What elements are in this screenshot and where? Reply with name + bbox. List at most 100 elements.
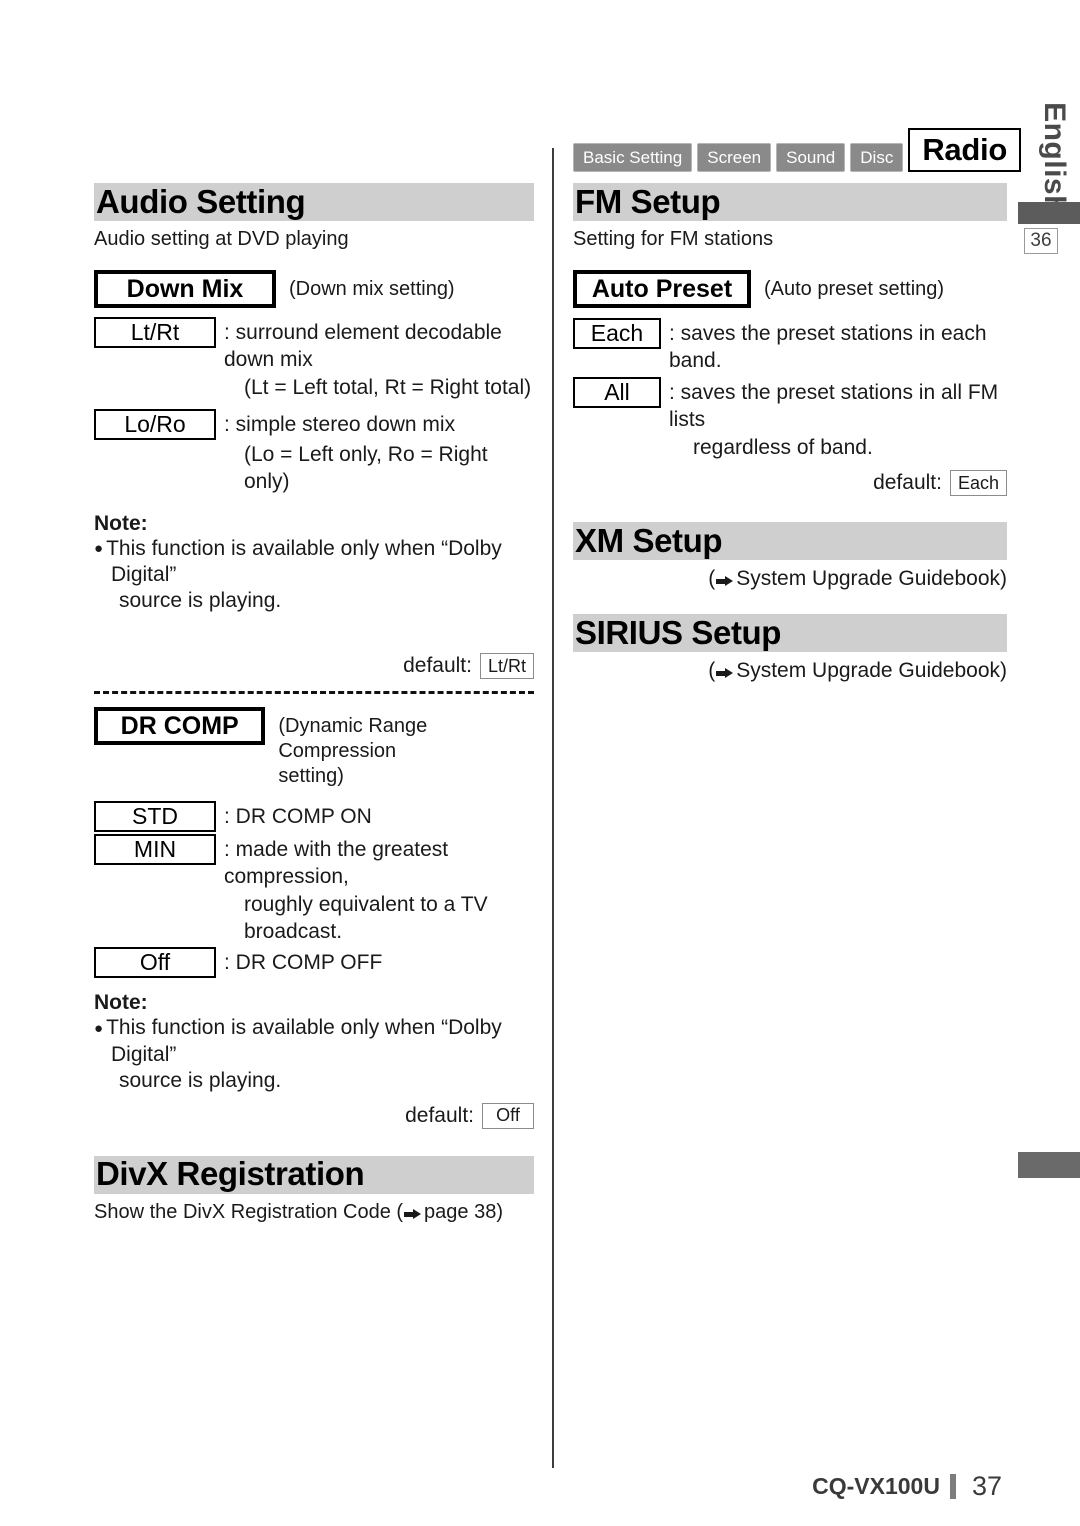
tab-basic-setting[interactable]: Basic Setting [573,143,693,172]
left-column: Audio Setting Audio setting at DVD playi… [94,183,534,1226]
right-arrow-icon [716,668,734,678]
chapter-ref-box: 36 [1024,228,1058,254]
note-text-cont: source is playing. [119,589,282,613]
down-mix-default-row: default: Lt/Rt [94,653,534,680]
fm-setup-subtitle: Setting for FM stations [573,228,774,250]
auto-preset-option-value[interactable]: All [573,377,661,408]
dr-comp-option-sub: roughly equivalent to a TV broadcast. [244,893,488,944]
auto-preset-option-desc: : saves the preset stations in all FM li… [669,381,999,431]
page-footer: CQ-VX100U 37 [812,1471,1002,1502]
section-audio-setting: Audio Setting Audio setting at DVD playi… [94,183,534,1129]
tab-disc[interactable]: Disc [850,143,904,172]
xm-ref-after: System Upgrade Guidebook) [736,567,1007,590]
auto-preset-option-desc: : saves the preset stations in each band… [669,322,987,372]
divx-line-after: page 38) [424,1200,504,1223]
default-label: default: [873,471,942,494]
sirius-ref-before: ( [708,659,716,682]
section-sirius-setup: SIRIUS Setup ( System Upgrade Guidebook) [573,614,1007,684]
dr-comp-note-block: Note: ● This function is available only w… [94,991,534,1093]
auto-preset-name-box[interactable]: Auto Preset [573,270,751,308]
dr-comp-block: DR COMP (Dynamic Range Compression setti… [94,707,534,789]
option-row: STD : DR COMP ON [94,801,534,833]
dr-comp-option-value[interactable]: Off [94,947,216,979]
down-mix-option-desc: : surround element decodable down mix [224,321,502,371]
auto-preset-option-sub: regardless of band. [693,436,873,459]
dr-comp-option-value[interactable]: MIN [94,834,216,866]
sirius-ref-after: System Upgrade Guidebook) [736,659,1007,682]
section-fm-setup: FM Setup Setting for FM stations Auto Pr… [573,183,1007,496]
auto-preset-block: Auto Preset (Auto preset setting) [573,270,1007,308]
sirius-setup-header: SIRIUS Setup [573,614,1007,652]
auto-preset-default-row: default: Each [573,470,1007,496]
audio-setting-subtitle: Audio setting at DVD playing [94,228,349,250]
dr-comp-option-desc: : DR COMP OFF [224,951,383,975]
note-item: ● This function is available only when “D… [94,1015,534,1093]
xm-setup-title: XM Setup [575,521,723,559]
section-divx-registration: DivX Registration Show the DivX Registra… [94,1155,534,1226]
language-tab-label: English [1038,102,1071,214]
down-mix-option-value[interactable]: Lo/Ro [94,409,216,440]
dr-comp-note-line-1: (Dynamic Range Compression [278,715,428,763]
section-xm-setup: XM Setup ( System Upgrade Guidebook) [573,522,1007,592]
down-mix-option-sub: (Lo = Left only, Ro = Right only) [244,443,488,493]
down-mix-note-block: Note: ● This function is available only w… [94,512,534,614]
footer-divider [949,1474,956,1499]
xm-ref-before: ( [708,567,716,590]
dr-comp-name-box[interactable]: DR COMP [94,707,266,746]
divx-registration-title: DivX Registration [96,1155,365,1193]
default-value-box: Lt/Rt [479,653,534,680]
down-mix-block: Down Mix (Down mix setting) [94,270,534,308]
option-row: Off : DR COMP OFF [94,947,534,979]
right-arrow-icon [404,1208,422,1219]
option-row: Lt/Rt : surround element decodable down … [94,317,534,373]
option-row: All : saves the preset stations in all F… [573,377,1007,433]
bullet-icon: ● [94,1019,104,1037]
dr-comp-note: (Dynamic Range Compression setting) [278,707,534,789]
fm-setup-header: FM Setup [573,183,1007,221]
option-row: Lo/Ro : simple stereo down mix [94,409,534,440]
default-label: default: [405,1103,474,1127]
sirius-setup-reference: ( System Upgrade Guidebook) [573,657,1007,684]
down-mix-note: (Down mix setting) [289,278,455,300]
right-arrow-icon [716,576,734,586]
divx-line-before: Show the DivX Registration Code ( [94,1200,404,1223]
note-item: ● This function is available only when “D… [94,536,534,614]
default-value-box: Each [949,470,1007,496]
dr-comp-note-line-2: setting) [278,765,344,788]
divx-registration-header: DivX Registration [94,1155,534,1194]
divx-registration-line: Show the DivX Registration Code ( page 38… [94,1198,534,1226]
manual-page: English 36 Audio Setting Audio setting a… [0,0,1080,1526]
right-column: Basic Setting Screen Sound Disc Radio FM… [573,128,1021,684]
tab-screen[interactable]: Screen [697,143,772,172]
auto-preset-option-value[interactable]: Each [573,318,661,349]
tab-sound[interactable]: Sound [776,143,846,172]
column-divider [552,148,554,1468]
dr-comp-option-desc: : DR COMP ON [224,805,372,829]
bullet-icon: ● [94,540,104,558]
dr-comp-option-value[interactable]: STD [94,801,216,833]
audio-setting-header: Audio Setting [94,183,534,221]
option-row: MIN : made with the greatest compression… [94,834,534,890]
auto-preset-note: (Auto preset setting) [764,278,945,300]
note-text-cont: source is playing. [119,1068,282,1092]
page-number: 37 [971,1471,1002,1501]
default-label: default: [403,654,472,678]
default-value-box: Off [482,1102,534,1129]
settings-tab-strip: Basic Setting Screen Sound Disc Radio [573,128,1021,172]
note-text: This function is available only when “Do… [106,1016,502,1066]
chapter-edge-marker [1018,202,1080,224]
note-title: Note: [94,991,148,1015]
dr-comp-default-row: default: Off [94,1102,534,1129]
down-mix-option-value[interactable]: Lt/Rt [94,317,216,348]
tab-radio[interactable]: Radio [908,128,1021,172]
note-title: Note: [94,512,148,535]
xm-setup-reference: ( System Upgrade Guidebook) [573,565,1007,592]
fm-setup-title: FM Setup [575,182,721,220]
down-mix-option-desc: : simple stereo down mix [224,413,456,436]
down-mix-option-sub: (Lt = Left total, Rt = Right total) [244,376,532,399]
audio-setting-title: Audio Setting [96,182,306,220]
note-text: This function is available only when “Do… [106,537,502,587]
down-mix-name-box[interactable]: Down Mix [94,270,276,308]
option-row: Each : saves the preset stations in each… [573,318,1007,374]
xm-setup-header: XM Setup [573,522,1007,560]
